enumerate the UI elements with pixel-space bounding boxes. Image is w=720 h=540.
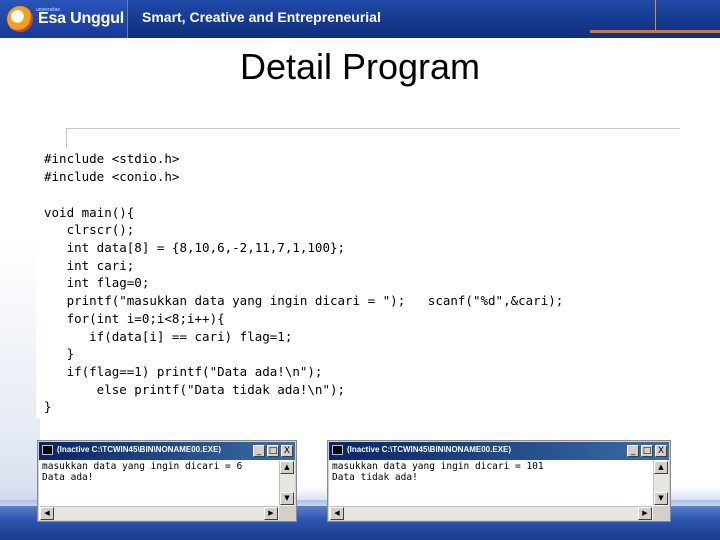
scroll-right-arrow-icon[interactable]: ▶ — [264, 507, 278, 520]
horizontal-scrollbar[interactable]: ◀ ▶ — [40, 506, 278, 520]
code-line: printf("masukkan data yang ingin dicari … — [44, 293, 564, 308]
code-line: if(data[i] == cari) flag=1; — [44, 329, 293, 344]
console-title: (Inactive C:\TCWIN45\BIN\NONAME00.EXE) — [57, 445, 222, 454]
console-window-found[interactable]: (Inactive C:\TCWIN45\BIN\NONAME00.EXE) _… — [37, 440, 297, 522]
scroll-up-arrow-icon[interactable]: ▲ — [654, 461, 668, 474]
logo: universitas Esa Unggul — [0, 0, 128, 38]
console-output-line: masukkan data yang ingin dicari = 6 — [42, 461, 243, 472]
scroll-corner — [279, 506, 295, 520]
code-line: else printf("Data tidak ada!\n"); — [44, 382, 346, 397]
close-button[interactable]: X — [655, 445, 667, 457]
scroll-down-arrow-icon[interactable]: ▼ — [280, 492, 294, 505]
horizontal-scrollbar[interactable]: ◀ ▶ — [330, 506, 652, 520]
close-button[interactable]: X — [281, 445, 293, 457]
console-output-line: masukkan data yang ingin dicari = 101 — [332, 461, 544, 472]
code-line: #include <stdio.h> — [44, 151, 180, 166]
vertical-scrollbar[interactable]: ▲ ▼ — [653, 461, 669, 505]
scroll-right-arrow-icon[interactable]: ▶ — [638, 507, 652, 520]
console-title: (Inactive C:\TCWIN45\BIN\NONAME00.EXE) — [347, 445, 512, 454]
vertical-scrollbar[interactable]: ▲ ▼ — [279, 461, 295, 505]
code-line: for(int i=0;i<8;i++){ — [44, 311, 225, 326]
code-line: int cari; — [44, 258, 135, 273]
code-line: void main(){ — [44, 205, 135, 220]
code-panel: #include <stdio.h> #include <conio.h> vo… — [36, 148, 682, 418]
scroll-corner — [653, 506, 669, 520]
code-line: } — [44, 346, 75, 361]
accent-line — [590, 30, 720, 33]
console-app-icon[interactable] — [42, 445, 53, 455]
scroll-left-arrow-icon[interactable]: ◀ — [330, 507, 344, 520]
university-logo-icon — [7, 6, 33, 32]
scroll-down-arrow-icon[interactable]: ▼ — [654, 492, 668, 505]
console-output: masukkan data yang ingin dicari = 6 Data… — [40, 461, 278, 505]
minimize-button[interactable]: _ — [627, 445, 639, 457]
scroll-up-arrow-icon[interactable]: ▲ — [280, 461, 294, 474]
code-line: } — [44, 399, 52, 414]
code-line: clrscr(); — [44, 222, 135, 237]
banner-decoration — [655, 0, 660, 30]
slide-title: Detail Program — [239, 46, 481, 87]
scroll-left-arrow-icon[interactable]: ◀ — [40, 507, 54, 520]
console-output-line: Data tidak ada! — [332, 472, 418, 483]
tagline: Smart, Creative and Entrepreneurial — [142, 9, 381, 25]
console-titlebar[interactable]: (Inactive C:\TCWIN45\BIN\NONAME00.EXE) _… — [39, 442, 295, 460]
brand-name: Esa Unggul — [38, 10, 125, 27]
code-line: #include <conio.h> — [44, 169, 180, 184]
code-line: int flag=0; — [44, 275, 150, 290]
code-line: int data[8] = {8,10,6,-2,11,7,1,100}; — [44, 240, 346, 255]
console-output-line: Data ada! — [42, 472, 94, 483]
minimize-button[interactable]: _ — [253, 445, 265, 457]
maximize-button[interactable]: □ — [641, 445, 653, 457]
maximize-button[interactable]: □ — [267, 445, 279, 457]
code-frame — [66, 128, 680, 150]
console-window-not-found[interactable]: (Inactive C:\TCWIN45\BIN\NONAME00.EXE) _… — [327, 440, 671, 522]
console-titlebar[interactable]: (Inactive C:\TCWIN45\BIN\NONAME00.EXE) _… — [329, 442, 669, 460]
header-banner: universitas Esa Unggul Smart, Creative a… — [0, 0, 720, 38]
console-output: masukkan data yang ingin dicari = 101 Da… — [330, 461, 652, 505]
console-app-icon[interactable] — [332, 445, 343, 455]
code-line: if(flag==1) printf("Data ada!\n"); — [44, 364, 323, 379]
